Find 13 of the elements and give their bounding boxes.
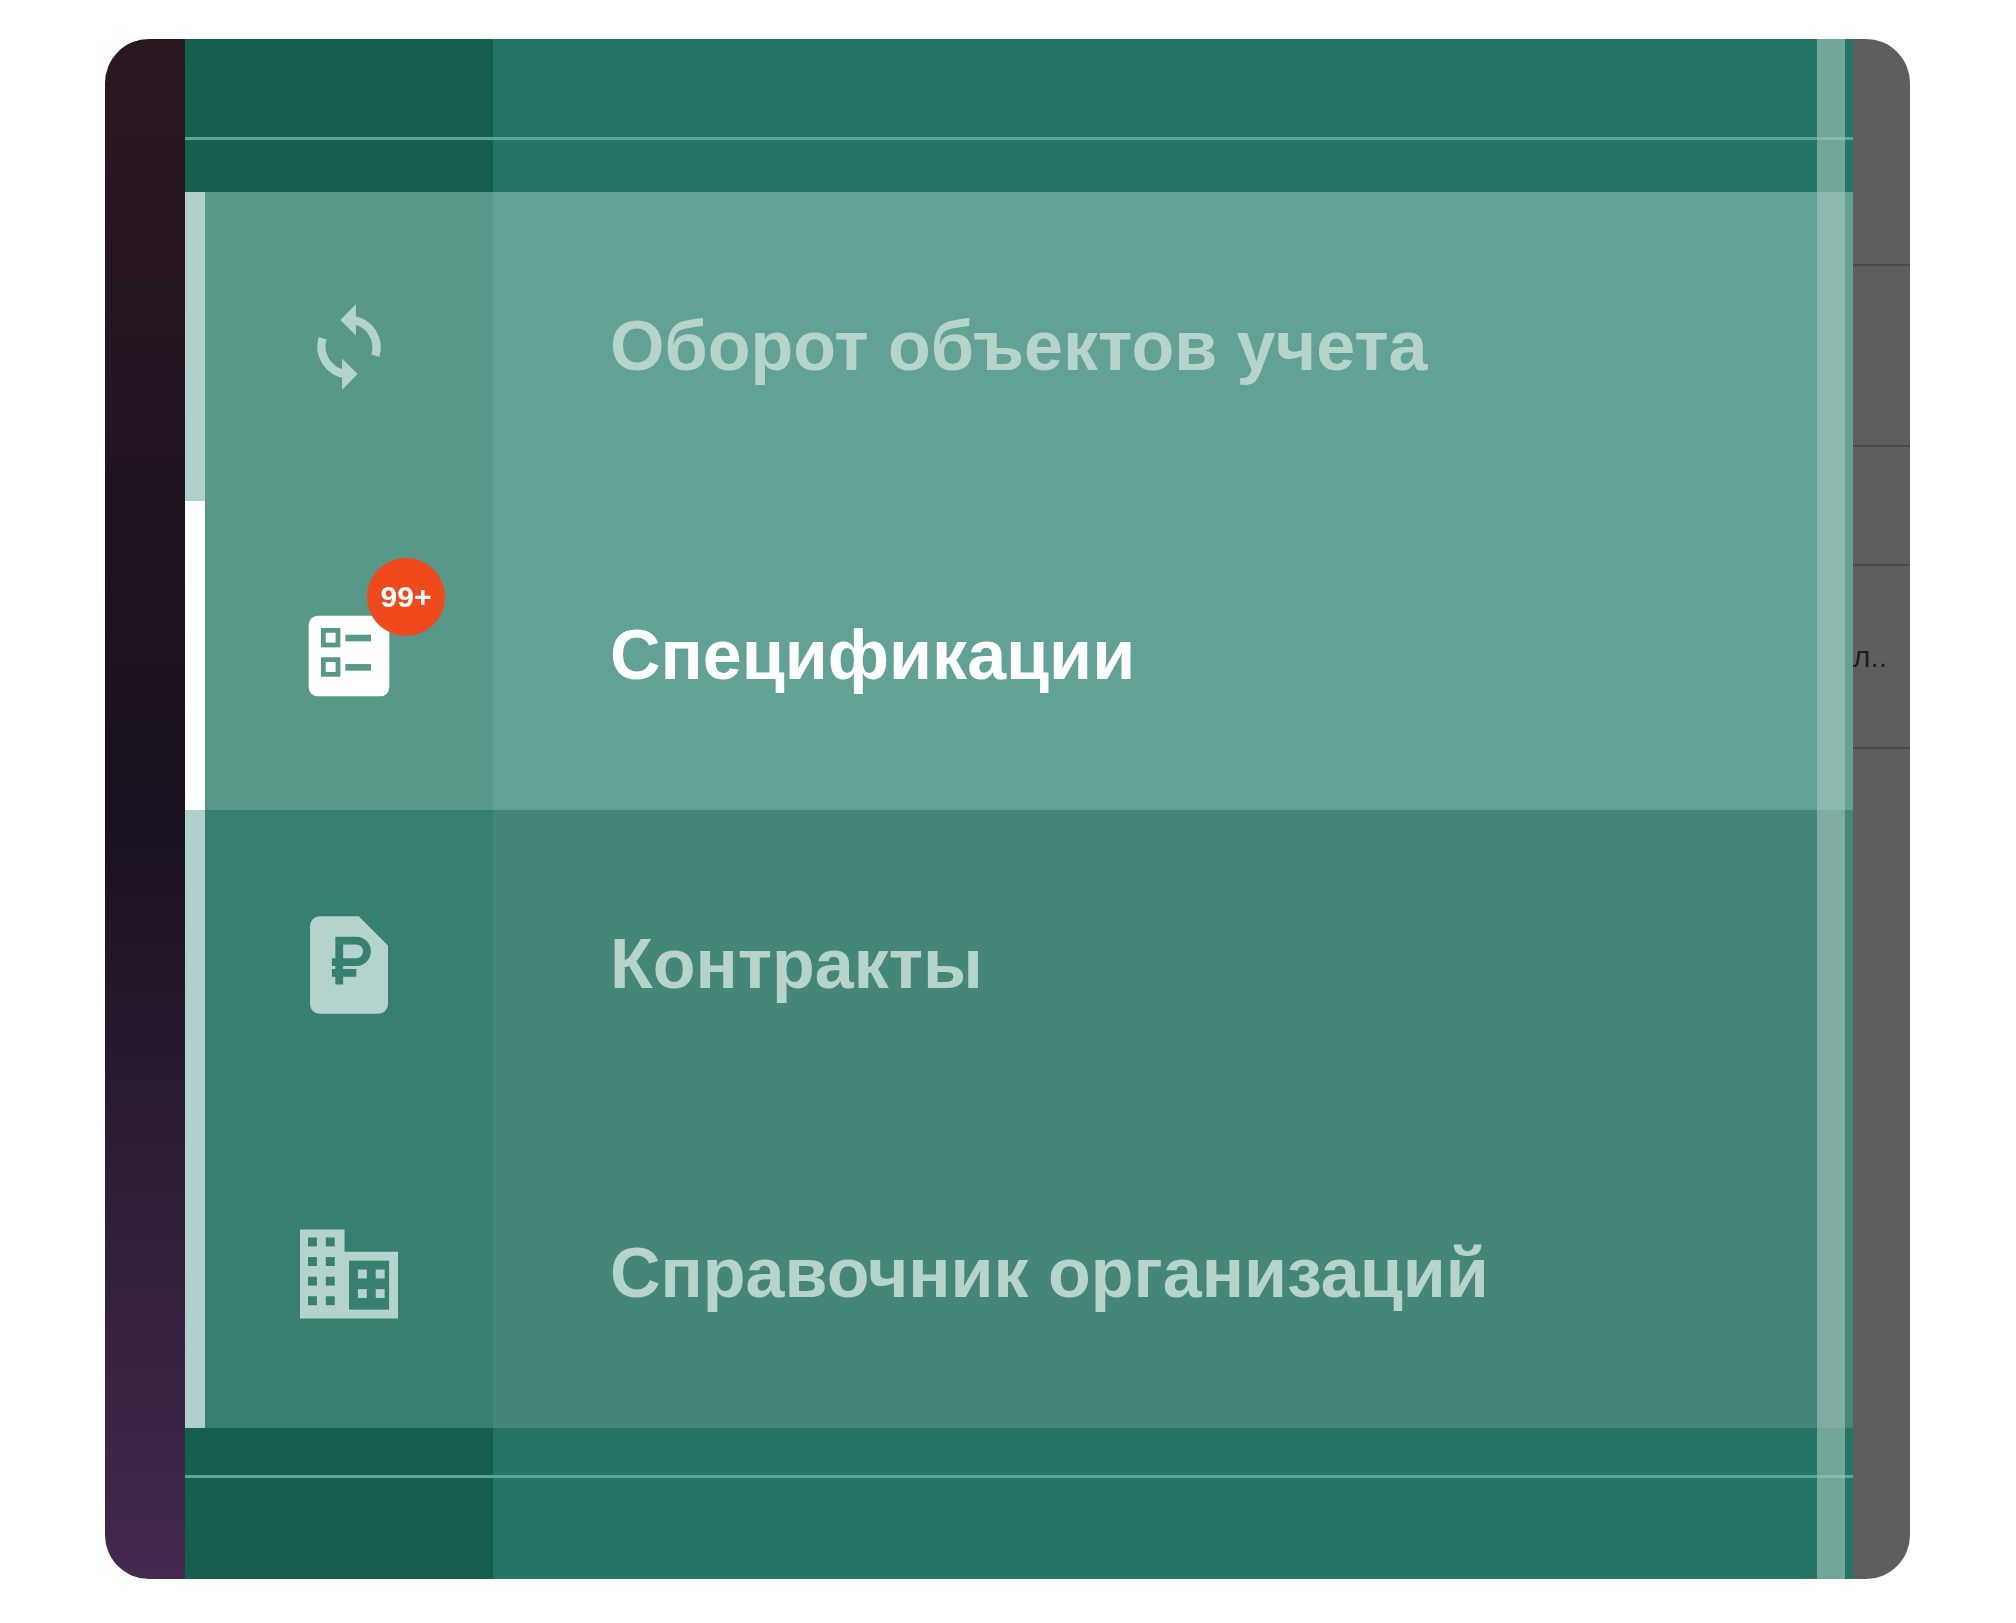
menu-item-label: Справочник организаций [610,1233,1489,1314]
menu-item-label: Спецификации [610,615,1136,696]
building-icon [300,1228,398,1319]
menu-item[interactable]: Оборот объектов учета [185,192,1853,501]
menu-item-label: Контракты [610,924,983,1005]
menu-item[interactable]: Контракты [185,810,1853,1119]
menu-item[interactable]: Справочник организаций [185,1119,1853,1428]
ruble-document-icon [310,915,388,1014]
menu-item[interactable]: 99+ Спецификации [185,501,1853,810]
scrollbar[interactable] [1817,39,1845,1579]
count-badge: 99+ [367,557,445,636]
table-cell-text: л.. [1853,639,1888,675]
menu-item-label: Оборот объектов учета [610,306,1428,387]
